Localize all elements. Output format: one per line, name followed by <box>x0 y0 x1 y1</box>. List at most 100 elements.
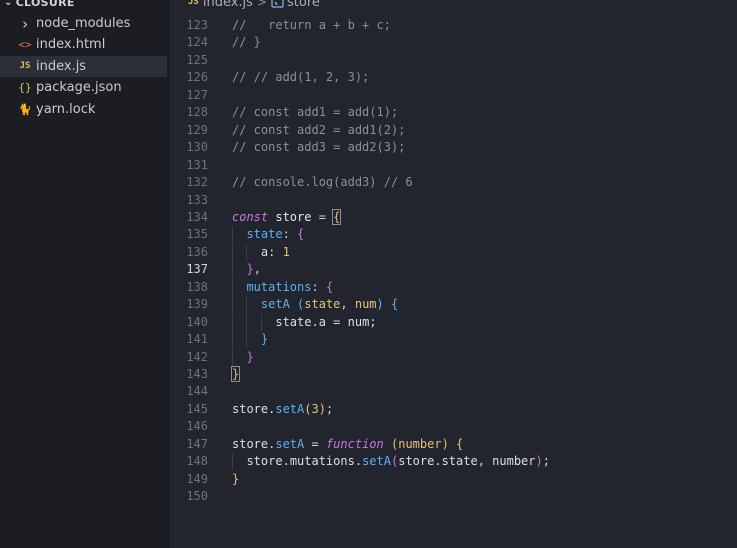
code-line[interactable]: 139 setA (state, num) { <box>168 296 737 314</box>
code-token: { <box>297 227 305 242</box>
code-token: , <box>340 297 355 312</box>
code-line[interactable]: 141 } <box>168 331 737 349</box>
line-content: // const add2 = add1(2); <box>232 122 405 139</box>
code-line[interactable]: 150 <box>168 488 737 505</box>
line-number: 132 <box>186 175 208 190</box>
line-content: } <box>232 349 253 366</box>
code-line[interactable]: 128 // const add1 = add(1); <box>168 104 737 121</box>
line-content: store.setA(3); <box>232 401 333 418</box>
line-content: state: { <box>232 226 304 243</box>
html-file-icon: <> <box>18 38 32 52</box>
code-line[interactable]: 145 store.setA(3); <box>168 401 737 418</box>
line-content: a: 1 <box>232 244 290 261</box>
code-token: state <box>304 297 341 312</box>
file-tree-item[interactable]: 🐈 yarn.lock <box>0 99 167 120</box>
code-token: mutations <box>289 454 355 469</box>
code-token: setA <box>362 454 391 469</box>
line-number: 133 <box>186 192 208 207</box>
code-token: setA <box>275 436 305 451</box>
code-token: store <box>232 401 269 416</box>
line-number: 143 <box>186 367 208 381</box>
code-token: { <box>332 208 342 225</box>
code-token: mutations <box>246 279 312 294</box>
file-tree-item-label: index.html <box>36 37 106 53</box>
code-line[interactable]: 134 const store = { <box>168 208 737 226</box>
file-tree-item[interactable]: {} package.json <box>0 77 167 98</box>
code-token: ) <box>441 436 449 451</box>
code-token: } <box>230 366 241 382</box>
code-line[interactable]: 133 <box>168 192 737 209</box>
code-token: function <box>325 436 384 451</box>
file-tree-item[interactable]: <> index.html <box>0 34 167 55</box>
code-line[interactable]: 132 // console.log(add3) // 6 <box>168 174 737 191</box>
line-number: 141 <box>186 332 208 347</box>
code-editor[interactable]: 123 // return a + b + c; 124 // } 125 126 // /… <box>168 0 737 548</box>
code-token: ( <box>304 401 312 416</box>
file-tree-item[interactable]: JS index.js <box>0 55 167 77</box>
code-line[interactable]: 135 state: { <box>168 226 737 244</box>
line-content: // console.log(add3) // 6 <box>232 174 413 191</box>
line-content: } <box>230 366 241 383</box>
code-token: setA <box>275 401 305 416</box>
code-token: { <box>456 436 464 451</box>
code-line[interactable]: 138 mutations: { <box>168 278 737 296</box>
line-number: 139 <box>186 297 208 312</box>
line-content: // return a + b + c; <box>232 17 391 34</box>
code-line[interactable]: 136 a: 1 <box>168 243 737 261</box>
code-token: // return a + b + c; <box>232 18 391 32</box>
code-line[interactable]: 147 store.setA = function (number) { <box>168 436 737 453</box>
code-line[interactable]: 129 // const add2 = add1(2); <box>168 122 737 139</box>
file-tree-item[interactable]: › node_modules <box>0 13 167 34</box>
code-token: . <box>354 454 363 469</box>
code-token: = <box>325 314 348 329</box>
code-token: ) <box>318 401 326 416</box>
line-number: 145 <box>186 401 208 416</box>
code-token: const <box>232 209 269 224</box>
file-tree-item-label: index.js <box>36 58 87 74</box>
line-content: } <box>232 331 268 348</box>
code-line[interactable]: 124 // } <box>168 34 737 51</box>
code-token: // // add(1, 2, 3); <box>232 70 370 85</box>
code-line[interactable]: 125 <box>168 52 737 69</box>
code-token: // const add3 = add2(3); <box>232 140 406 155</box>
line-number: 146 <box>186 419 208 434</box>
code-line[interactable]: 123 // return a + b + c; <box>168 17 737 34</box>
code-token: setA <box>260 297 290 312</box>
code-token: store <box>246 454 283 469</box>
code-line[interactable]: 140 state.a = num; <box>168 313 737 331</box>
code-line[interactable]: 142 } <box>168 348 737 366</box>
code-line[interactable]: 127 <box>168 87 737 104</box>
code-line[interactable]: 144 <box>168 383 737 400</box>
code-token: ) <box>535 454 543 469</box>
code-line[interactable]: 126 // // add(1, 2, 3); <box>168 69 737 86</box>
line-number: 124 <box>186 35 208 50</box>
code-token: } <box>260 332 269 347</box>
code-token: } <box>246 262 254 277</box>
code-line[interactable]: 146 <box>168 418 737 435</box>
vscode-window: ⌄ CLOSURE › node_modules <> index.html JS ind… <box>0 0 737 548</box>
line-number: 148 <box>186 454 208 469</box>
code-line[interactable]: 149} <box>168 471 737 488</box>
line-content: // const add1 = add(1); <box>232 104 398 121</box>
code-token: number <box>398 436 442 451</box>
code-token: store <box>232 436 269 451</box>
code-line[interactable]: 130 // const add3 = add2(3); <box>168 139 737 156</box>
code-line[interactable]: 143} <box>168 366 737 383</box>
explorer-folder-header[interactable]: ⌄ CLOSURE <box>4 0 75 10</box>
code-token: number <box>492 454 536 469</box>
code-line[interactable]: 131 <box>168 157 737 174</box>
code-token: // const add1 = add(1); <box>232 105 399 120</box>
code-line[interactable]: 137 }, <box>168 261 737 279</box>
code-token: state <box>275 314 312 329</box>
line-content: // const add3 = add2(3); <box>232 139 405 156</box>
line-content: // } <box>232 34 261 51</box>
line-number: 137 <box>186 262 208 277</box>
code-line[interactable]: 148 store.mutations.setA(store.state, nu… <box>168 453 737 471</box>
